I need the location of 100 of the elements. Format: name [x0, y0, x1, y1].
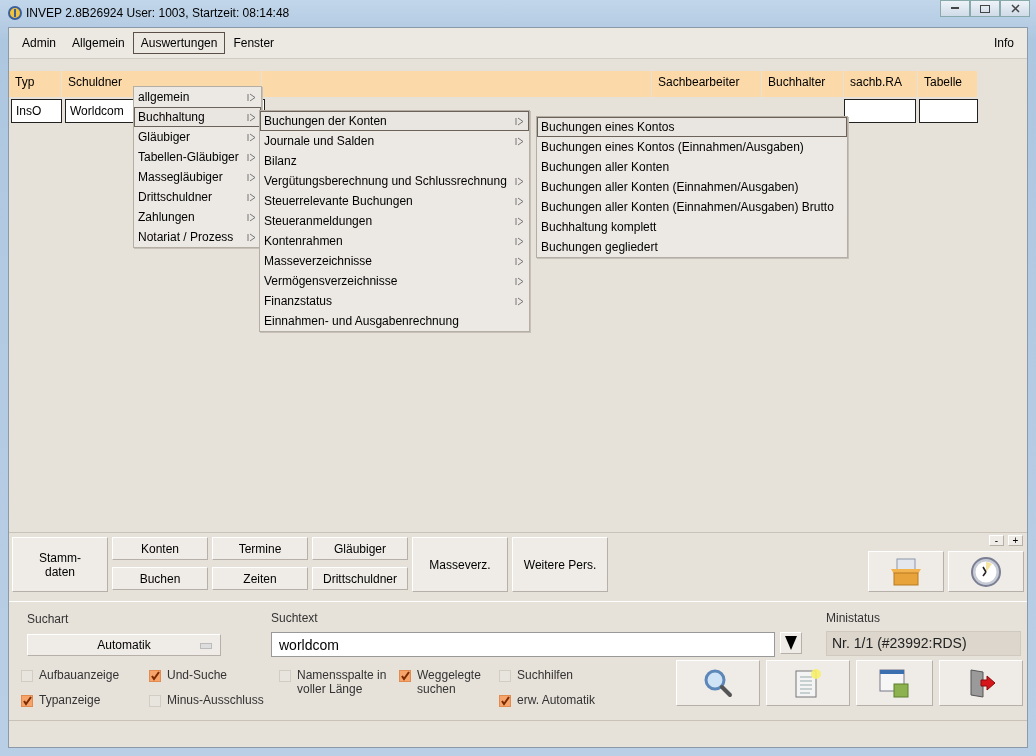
menu-item[interactable]: Journale und Salden	[260, 131, 529, 151]
checkbox[interactable]	[149, 670, 161, 682]
submenu-arrow-icon	[514, 236, 524, 246]
clock-icon	[970, 555, 1002, 588]
field-label: Suchtext	[271, 611, 318, 625]
submenu-arrow-icon	[514, 256, 524, 266]
search-type-dropdown[interactable]: Automatik	[27, 634, 221, 656]
search-icon	[702, 667, 734, 699]
search-field[interactable]: worldcom	[271, 632, 775, 657]
nav-button[interactable]: Buchen	[112, 567, 208, 590]
menu-item[interactable]: Massegläubiger	[134, 167, 261, 187]
nav-button[interactable]: Termine	[212, 537, 308, 560]
column-header[interactable]: Buchhalter	[762, 71, 844, 97]
column-header[interactable]: sachb.RA	[844, 71, 918, 97]
menu-item[interactable]: Tabellen-Gläubiger	[134, 147, 261, 167]
submenu-arrow-icon	[514, 216, 524, 226]
ministatus-field: Nr. 1/1 (#23992:RDS)	[826, 631, 1021, 656]
nav-button[interactable]: Stamm- daten	[12, 537, 108, 592]
zoom-button[interactable]: -	[989, 535, 1004, 546]
menu-item[interactable]: Buchungen eines Kontos	[537, 117, 847, 137]
menu-item[interactable]: Bilanz	[260, 151, 529, 171]
box-icon	[889, 556, 923, 587]
checkbox[interactable]	[21, 695, 33, 707]
nav-button[interactable]: Drittschuldner	[312, 567, 408, 590]
menu-item[interactable]: Notariat / Prozess	[134, 227, 261, 247]
window-recycle-icon	[877, 667, 912, 699]
checkbox[interactable]	[279, 670, 291, 682]
menu-item[interactable]: Einnahmen- und Ausgabenrechnung	[260, 311, 529, 331]
menu-item[interactable]: Buchungen aller Konten (Einnahmen/Ausgaben)	[537, 177, 847, 197]
table-cell	[919, 99, 978, 123]
menu-item[interactable]: Info	[986, 32, 1022, 54]
submenu-arrow-icon	[514, 276, 524, 286]
maximize-button[interactable]	[970, 0, 1000, 17]
checkbox[interactable]	[499, 695, 511, 707]
maximize-icon	[980, 4, 990, 13]
menu-item[interactable]: Buchhaltung	[134, 107, 261, 127]
checkbox[interactable]	[499, 670, 511, 682]
checkbox-label: Suchhilfen	[517, 668, 574, 682]
window-title: INVEP 2.8B26924 User: 1003, Startzeit: 08:14:48	[26, 6, 290, 20]
table-cell: InsO	[11, 99, 62, 123]
menu-item[interactable]: Buchungen aller Konten	[537, 157, 847, 177]
checkbox-label: Typanzeige	[39, 693, 101, 707]
nav-button[interactable]: Weitere Pers.	[512, 537, 608, 592]
clock-button[interactable]	[948, 551, 1024, 592]
menu-item[interactable]: Allgemein	[64, 32, 133, 54]
checkbox[interactable]	[149, 695, 161, 707]
menu-item[interactable]: Zahlungen	[134, 207, 261, 227]
submenu-arrow-icon	[246, 92, 256, 102]
menu-item[interactable]: Gläubiger	[134, 127, 261, 147]
submenu-arrow-icon	[514, 196, 524, 206]
menu-item[interactable]: Finanzstatus	[260, 291, 529, 311]
menu-item[interactable]: Masseverzeichnisse	[260, 251, 529, 271]
column-header[interactable]: Tabelle	[918, 71, 978, 97]
submenu-arrow-icon	[514, 136, 524, 146]
checkbox-label: Minus-Ausschluss	[167, 693, 264, 707]
menu-item[interactable]: Buchungen gegliedert	[537, 237, 847, 257]
column-header[interactable]: Sachbearbeiter	[652, 71, 762, 97]
minimize-button[interactable]	[940, 0, 970, 17]
checkbox-label: erw. Automatik	[517, 693, 596, 707]
document-icon	[793, 667, 823, 699]
field-label: Ministatus	[826, 611, 881, 625]
window-button[interactable]	[856, 660, 933, 706]
menu-item[interactable]: Drittschuldner	[134, 187, 261, 207]
exit-button[interactable]	[939, 660, 1023, 706]
submenu-arrow-icon	[514, 296, 524, 306]
menu-item[interactable]: Kontenrahmen	[260, 231, 529, 251]
zoom-button[interactable]: +	[1008, 535, 1023, 546]
menu-item[interactable]: Buchungen eines Kontos (Einnahmen/Ausgaben)	[537, 137, 847, 157]
checkmark-icon	[22, 696, 32, 706]
archive-button[interactable]	[868, 551, 944, 592]
menu-item[interactable]: Steuerrelevante Buchungen	[260, 191, 529, 211]
nav-button[interactable]: Konten	[112, 537, 208, 560]
checkbox-label: Namensspalte in voller Länge	[297, 668, 388, 696]
submenu-arrow-icon	[246, 132, 256, 142]
menu-item[interactable]: Buchhaltung komplett	[537, 217, 847, 237]
close-button[interactable]	[1000, 0, 1030, 17]
nav-button[interactable]: Zeiten	[212, 567, 308, 590]
submenu-arrow-icon	[246, 232, 256, 242]
menu-item[interactable]: Vermögensverzeichnisse	[260, 271, 529, 291]
menu-item[interactable]: Buchungen aller Konten (Einnahmen/Ausgaben) Brutto	[537, 197, 847, 217]
table-cell	[844, 99, 916, 123]
submenu-arrow-icon	[514, 176, 524, 186]
nav-button[interactable]: Masseverz.	[412, 537, 508, 592]
checkbox[interactable]	[21, 670, 33, 682]
close-icon	[1010, 4, 1020, 13]
menu-item[interactable]: Steueranmeldungen	[260, 211, 529, 231]
dropdown-button[interactable]	[780, 632, 802, 654]
menu-item[interactable]: Admin	[14, 32, 64, 54]
search-button[interactable]	[676, 660, 760, 706]
nav-button[interactable]: Gläubiger	[312, 537, 408, 560]
submenu-arrow-icon	[246, 112, 256, 122]
menu-item[interactable]: Fenster	[225, 32, 283, 54]
checkmark-icon	[500, 696, 510, 706]
submenu-arrow-icon	[514, 116, 524, 126]
checkbox[interactable]	[399, 670, 411, 682]
checkbox-label: Aufbauanzeige	[39, 668, 120, 682]
menu-item[interactable]: Vergütungsberechnung und Schlussrechnung	[260, 171, 529, 191]
menu-item[interactable]: Auswertungen	[132, 32, 226, 54]
menu-item[interactable]: Buchungen der Konten	[260, 111, 529, 131]
column-header[interactable]: Typ	[9, 71, 62, 97]
